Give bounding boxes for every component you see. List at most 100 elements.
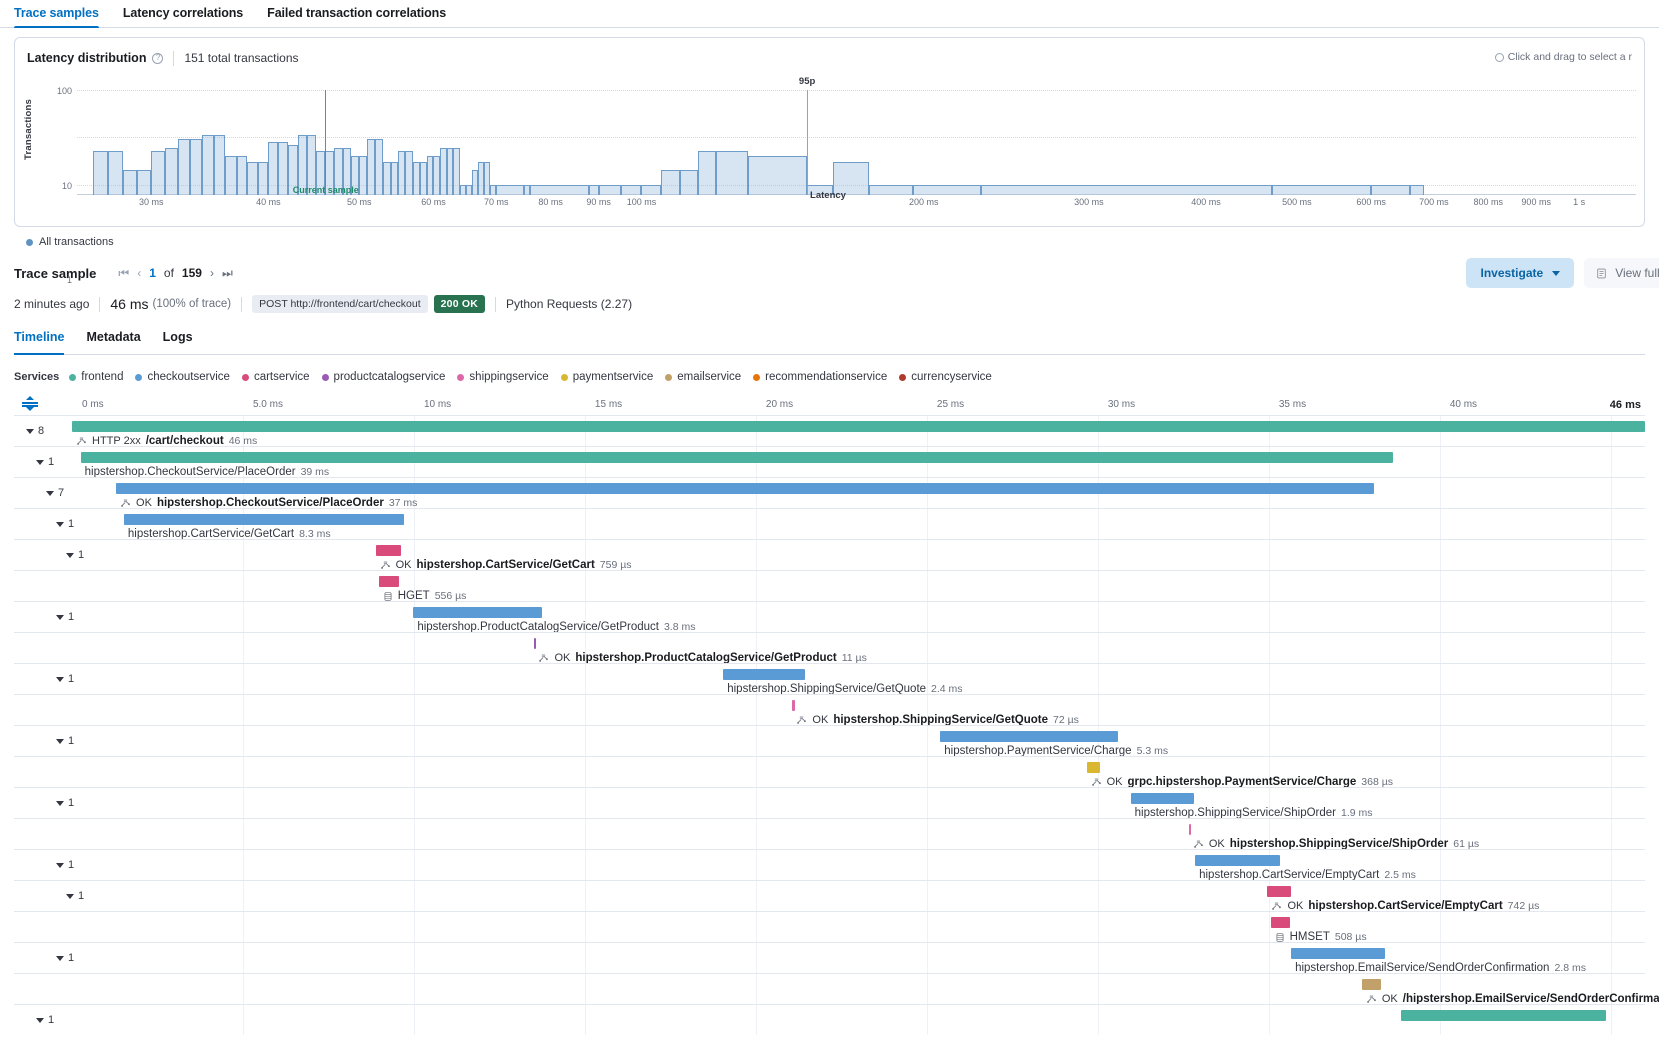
row-expand-toggle[interactable]: 1 [56,859,74,871]
service-color-dot-icon [665,373,673,381]
tab-metadata[interactable]: Metadata [86,330,140,354]
row-expand-toggle[interactable]: 1 [56,518,74,530]
waterfall-row[interactable]: HMSET 508 µs [14,911,1645,943]
chart-plot-area[interactable]: 1 10 100 30 ms 40 ms 50 ms 60 ms 70 ms 80 ms 90 m… [57,76,1636,285]
span-bar[interactable] [1130,793,1194,804]
service-legend-item-paymentservice[interactable]: paymentservice [560,371,653,383]
waterfall-row[interactable]: OK hipstershop.ProductCatalogService/GetP… [14,632,1645,664]
service-color-dot-icon [135,373,143,381]
timeline-gridline [1439,540,1441,570]
row-expand-toggle[interactable]: 1 [56,673,74,685]
row-expand-toggle[interactable]: 1 [66,549,84,561]
chevron-left-icon[interactable]: ‹ [137,267,141,279]
all-transactions-legend[interactable]: All transactions [26,236,1659,248]
span-bar[interactable] [1361,979,1381,990]
service-legend-item-checkoutservice[interactable]: checkoutservice [135,371,230,383]
service-color-dot-icon [899,373,907,381]
waterfall-row[interactable]: 1 hipstershop.PaymentService/Charge 5.3 ms [14,725,1645,757]
waterfall-row[interactable]: 1 hipstershop.CartService/EmptyCart 2.5 ms [14,849,1645,881]
tab-latency-correlations[interactable]: Latency correlations [123,6,243,27]
row-expand-toggle[interactable]: 1 [36,456,54,468]
waterfall-row[interactable]: OK/hipstershop.EmailService/SendOrderCon… [14,973,1659,1005]
waterfall-row[interactable]: HGET 556 µs [14,570,1645,602]
waterfall-row[interactable]: 1 hipstershop.CartService/GetCart 8.3 ms [14,508,1645,540]
span-bar[interactable] [1195,855,1281,866]
row-expand-toggle[interactable]: 8 [26,425,44,437]
investigate-label: Investigate [1480,266,1544,280]
timeline-gridline [1439,912,1441,942]
timeline-gridline [926,850,928,880]
waterfall-row[interactable]: OK hipstershop.ShippingService/GetQuote 72… [14,694,1645,726]
span-link-icon [121,499,130,507]
span-bar[interactable] [1086,762,1100,773]
question-circle-icon[interactable]: ? [152,52,164,64]
span-bar[interactable] [1401,1010,1606,1021]
span-bar[interactable] [123,514,404,525]
timeline-ruler-tick: 46 ms [1609,399,1641,411]
chart-bar [419,161,427,195]
span-bar[interactable] [1188,824,1191,835]
waterfall-row[interactable]: 1 OK hipstershop.CartService/GetCart 759 µs [14,539,1645,571]
waterfall-row[interactable]: 7 OK hipstershop.CheckoutService/PlaceOrde… [14,477,1645,509]
tab-timeline[interactable]: Timeline [14,330,65,355]
span-bar[interactable] [940,731,1119,742]
row-expand-toggle[interactable]: 1 [56,735,74,747]
timeline-gridline [755,819,757,849]
timeline-gridline [926,788,928,818]
chart-bar [426,156,434,195]
service-color-dot-icon [69,373,77,381]
investigate-button[interactable]: Investigate [1466,258,1575,288]
row-expand-toggle[interactable]: 1 [36,1014,54,1026]
tab-logs[interactable]: Logs [163,330,193,354]
service-legend-item-cartservice[interactable]: cartservice [241,371,310,383]
service-legend-item-currencyservice[interactable]: currencyservice [899,371,992,383]
span-bar[interactable] [378,576,400,587]
waterfall-row[interactable]: 1 [14,1004,1645,1035]
request-url-chip[interactable]: POST http://frontend/cart/checkout [252,295,428,313]
span-bar[interactable] [375,545,401,556]
row-expand-toggle[interactable]: 1 [56,952,74,964]
waterfall-row[interactable]: 1 hipstershop.EmailService/SendOrderConfi… [14,942,1645,974]
chevron-right-icon[interactable]: › [210,267,214,279]
span-bar[interactable] [116,483,1375,494]
collapse-all-icon[interactable] [22,396,38,411]
waterfall-row[interactable]: 1 OK hipstershop.CartService/EmptyCart 742 … [14,880,1645,912]
child-span-count: 1 [68,673,75,685]
row-expand-toggle[interactable]: 7 [46,487,64,499]
timeline-gridline [1097,943,1099,973]
span-bar[interactable] [72,421,1645,432]
timeline-ruler-tick: 25 ms [936,399,965,410]
span-bar[interactable] [1267,886,1292,897]
chart-x-tick: 300 ms [1074,197,1104,207]
service-legend-item-recommendationservice[interactable]: recommendationservice [753,371,887,383]
row-expand-toggle[interactable]: 1 [66,890,84,902]
first-page-icon[interactable]: ⏮ [118,267,129,279]
last-page-icon[interactable]: ⏭ [222,267,233,279]
tab-failed-transaction-correlations[interactable]: Failed transaction correlations [267,6,446,27]
view-full-trace-button[interactable]: View full tra [1584,258,1659,288]
tab-trace-samples[interactable]: Trace samples [14,6,99,28]
span-bar[interactable] [534,638,537,649]
span-bar[interactable] [413,607,543,618]
service-legend-item-frontend[interactable]: frontend [69,371,123,383]
timeline-gridline [926,1005,928,1035]
row-expand-toggle[interactable]: 1 [56,797,74,809]
waterfall-row[interactable]: 1 hipstershop.ShippingService/ShipOrder 1.… [14,787,1645,819]
row-expand-toggle[interactable]: 1 [56,611,74,623]
waterfall-row[interactable]: 1 hipstershop.CheckoutService/PlaceOrder 3… [14,446,1645,478]
service-legend-item-emailservice[interactable]: emailservice [665,371,741,383]
service-legend-item-shippingservice[interactable]: shippingservice [457,371,549,383]
span-bar[interactable] [792,700,795,711]
waterfall-row[interactable]: 1 hipstershop.ProductCatalogService/GetPr… [14,601,1645,633]
timeline-gridline [413,509,415,539]
service-legend-item-productcatalogservice[interactable]: productcatalogservice [321,371,445,383]
span-bar[interactable] [1291,948,1386,959]
waterfall-row[interactable]: 1 hipstershop.ShippingService/GetQuote 2.4… [14,663,1645,695]
span-bar[interactable] [723,669,805,680]
span-bar[interactable] [80,452,1393,463]
waterfall-row[interactable]: OK hipstershop.ShippingService/ShipOrder 6… [14,818,1645,850]
waterfall-row[interactable]: 8 HTTP 2xx/cart/checkout 46 ms [14,415,1645,447]
latency-chart[interactable]: Transactions 1 10 100 30 ms 40 ms 50 ms 60 ms 7… [15,68,1644,285]
span-bar[interactable] [1270,917,1290,928]
waterfall-row[interactable]: OK grpc.hipstershop.PaymentService/Charge… [14,756,1645,788]
